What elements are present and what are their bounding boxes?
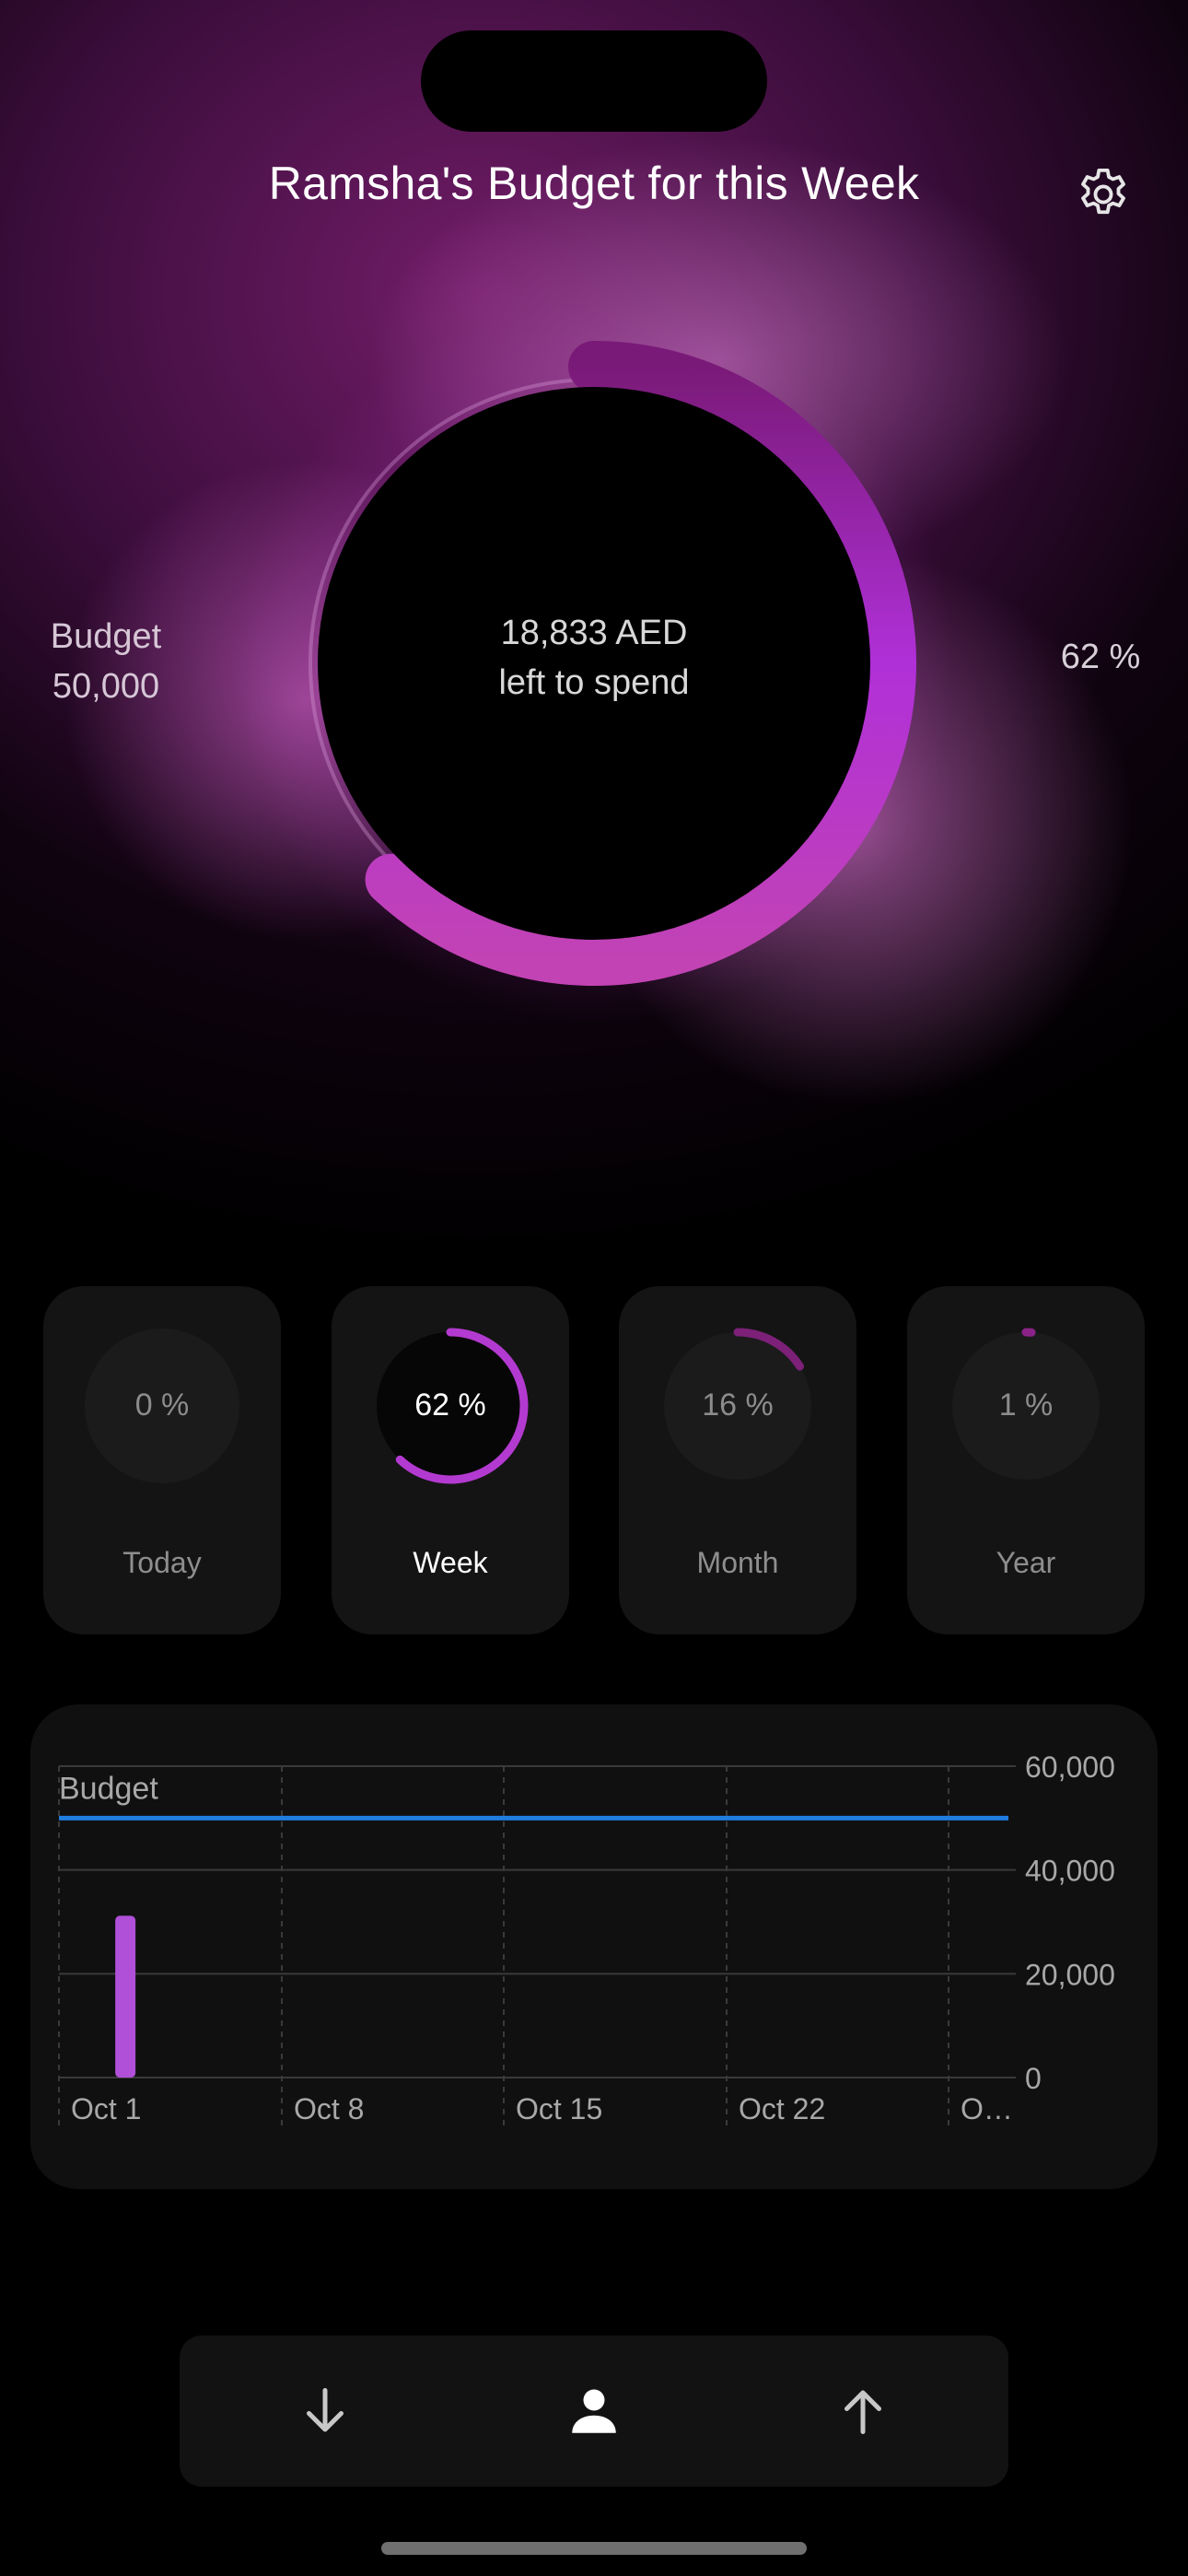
period-label: Month xyxy=(696,1546,779,1579)
period-label: Week xyxy=(413,1546,488,1579)
profile-tab-button[interactable] xyxy=(520,2336,668,2487)
period-card-today[interactable]: 0 % Today xyxy=(43,1286,281,1634)
person-icon xyxy=(572,2389,616,2433)
budget-value: 50,000 xyxy=(52,667,160,706)
chart-y-tick-label: 60,000 xyxy=(1025,1751,1115,1784)
up-arrow-icon xyxy=(844,2390,881,2434)
tab-bar xyxy=(180,2336,1008,2487)
period-percent: 62 % xyxy=(414,1388,486,1423)
period-label: Year xyxy=(996,1546,1056,1579)
amount-left-block: 18,833 AED left to spend xyxy=(410,608,778,708)
spending-chart: 0 20,000 40,000 60,000 Oct 1 Oct 8 Oct 15 Oct 2… xyxy=(58,1751,1115,2128)
period-percent: 1 % xyxy=(998,1388,1054,1423)
chart-x-tick-label: Oct 8 xyxy=(294,2092,364,2125)
period-percent: 16 % xyxy=(702,1388,774,1423)
chart-y-tick-label: 20,000 xyxy=(1025,1958,1115,1991)
income-tab-button[interactable] xyxy=(789,2336,937,2487)
left-to-spend-caption: left to spend xyxy=(498,663,690,702)
chart-x-tick-label: Oct 15 xyxy=(516,2092,602,2125)
chart-budget-label: Budget xyxy=(59,1771,158,1806)
period-card-year[interactable]: 1 % Year xyxy=(907,1286,1145,1634)
budget-screen: Ramsha's Budget for this Week 18,833 AED… xyxy=(0,0,1188,2576)
period-card-week[interactable]: 62 % Week xyxy=(332,1286,569,1634)
chart-bar xyxy=(115,1915,136,2078)
period-label: Today xyxy=(122,1546,202,1579)
budget-total: Budget 50,000 xyxy=(28,612,184,711)
period-card-month[interactable]: 16 % Month xyxy=(619,1286,856,1634)
expenses-tab-button[interactable] xyxy=(251,2336,399,2487)
chart-x-tick-label: Oct 22 xyxy=(739,2092,825,2125)
spending-chart-card: 0 20,000 40,000 60,000 Oct 1 Oct 8 Oct 15 Oct 2… xyxy=(30,1704,1158,2189)
chart-y-tick-label: 0 xyxy=(1025,2062,1042,2095)
down-arrow-icon xyxy=(307,2388,344,2432)
chart-y-tick-label: 40,000 xyxy=(1025,1855,1115,1888)
amount-left: 18,833 AED xyxy=(500,614,688,652)
chart-x-tick-label: Oct 1 xyxy=(71,2092,141,2125)
home-indicator xyxy=(381,2542,807,2555)
budget-label: Budget xyxy=(50,617,162,656)
spent-percent: 62 % xyxy=(1060,638,1141,676)
period-percent: 0 % xyxy=(134,1388,190,1423)
chart-x-tick-label: O… xyxy=(961,2092,1013,2125)
